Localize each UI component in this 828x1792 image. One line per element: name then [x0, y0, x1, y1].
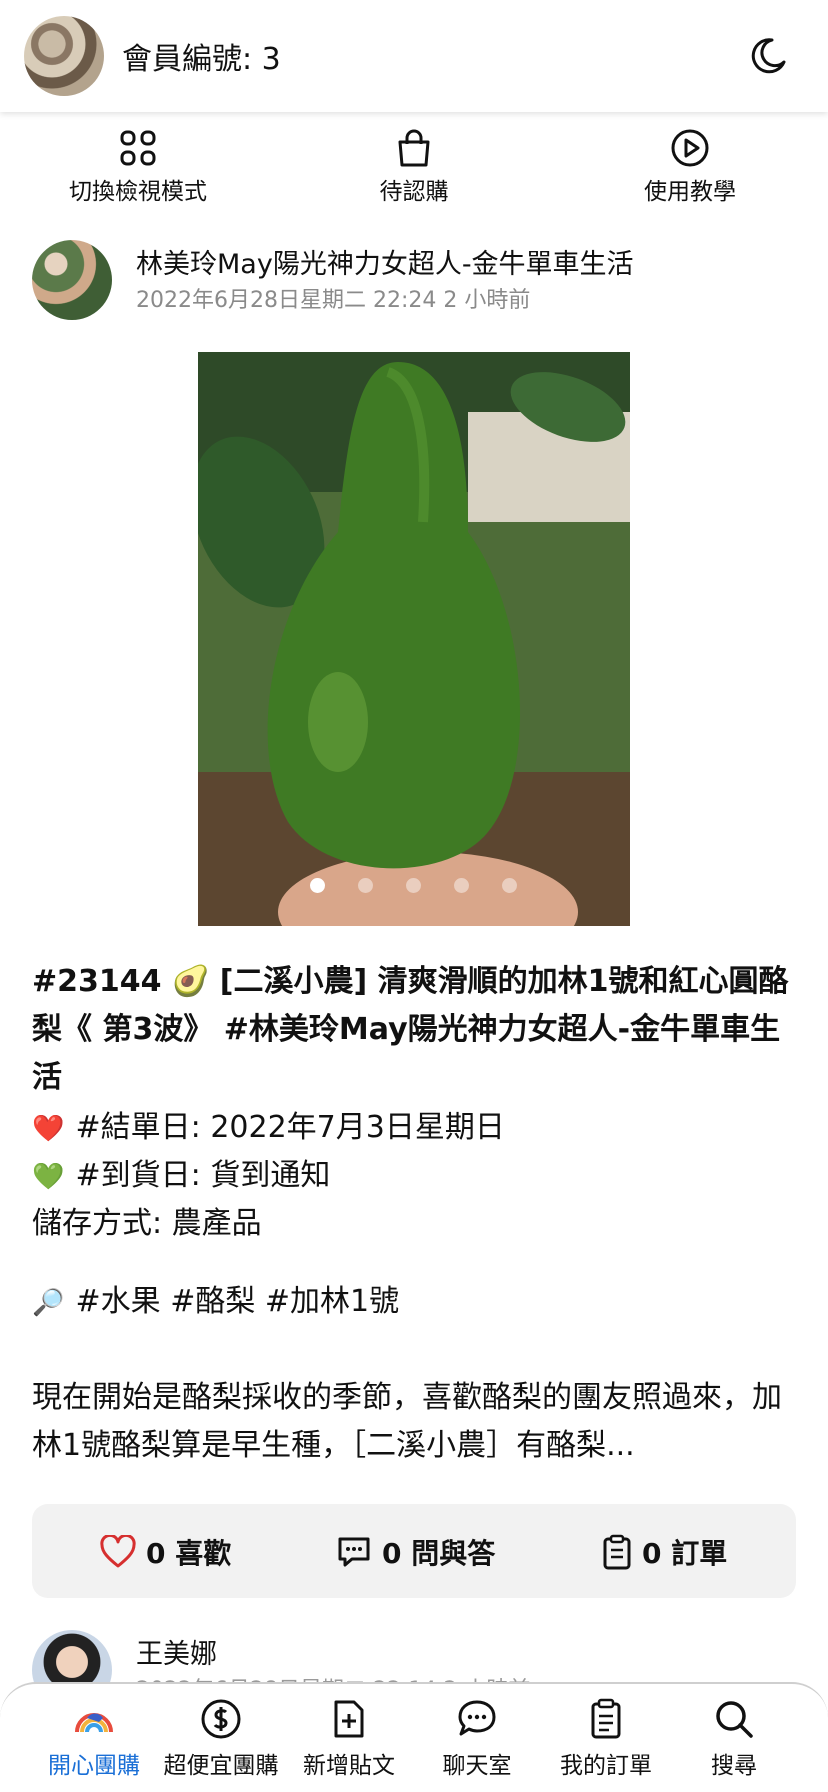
next-author-name[interactable]: 王美娜 [136, 1632, 217, 1671]
post-description[interactable]: 現在開始是酪梨採收的季節，喜歡酪梨的團友照過來，加林1號酪梨算是早生種，［二溪小… [32, 1374, 792, 1470]
close-date-text: #結單日: 2022年7月3日星期日 [75, 1110, 505, 1145]
search-icon [716, 1701, 753, 1738]
nav-my-orders-label: 我的訂單 [560, 1753, 652, 1779]
author-avatar[interactable] [32, 240, 112, 320]
carousel-indicators [0, 878, 828, 898]
new-document-icon [334, 1700, 364, 1738]
nav-chat-label: 聊天室 [442, 1753, 512, 1779]
post-title[interactable]: #23144 🥑 [二溪小農] 清爽滑順的加林1號和紅心圓酪梨《 第3波》 #林… [32, 958, 792, 1102]
arrival-text: #到貨日: 貨到通知 [75, 1158, 331, 1193]
clipboard-icon [603, 1534, 631, 1570]
shopping-bag-icon [398, 129, 430, 167]
nav-search-label: 搜尋 [711, 1753, 757, 1779]
post-timestamp: 2022年6月28日星期二 22:24 2 小時前 [136, 288, 531, 313]
bottom-navigation: 開心團購 超便宜團購 新增貼文 聊天室 我的訂單 搜尋 [0, 1682, 828, 1792]
nav-search[interactable]: 搜尋 [670, 1698, 798, 1780]
nav-new-post[interactable]: 新增貼文 [285, 1698, 413, 1780]
carousel-dot-5[interactable] [502, 878, 517, 893]
arrival-line: 💚 #到貨日: 貨到通知 [32, 1152, 330, 1201]
clipboard-list-icon [591, 1698, 621, 1739]
tutorial-label: 使用教學 [644, 179, 736, 205]
post-photo[interactable] [198, 352, 630, 926]
avocado-image [198, 352, 630, 926]
orders-count: 0 訂單 [642, 1537, 728, 1570]
pending-label: 待認購 [379, 179, 449, 205]
red-heart-icon: ❤️ [32, 1114, 65, 1144]
chat-icon [458, 1700, 496, 1736]
green-heart-icon: 💚 [32, 1162, 65, 1192]
dark-mode-moon-icon[interactable] [748, 36, 788, 76]
nav-my-orders[interactable]: 我的訂單 [542, 1698, 670, 1780]
post-author-row[interactable]: 林美玲May陽光神力女超人-金牛單車生活 2022年6月28日星期二 22:24… [32, 238, 796, 322]
app-header: 會員編號: 3 [0, 0, 828, 112]
nav-chat[interactable]: 聊天室 [413, 1698, 541, 1780]
rainbow-logo-icon [75, 1713, 113, 1733]
likes-count: 0 喜歡 [146, 1537, 232, 1570]
view-mode-label: 切換檢視模式 [69, 179, 207, 205]
nav-new-post-label: 新增貼文 [303, 1753, 395, 1779]
nav-deals-label: 超便宜團購 [163, 1753, 279, 1779]
nav-home-label: 開心團購 [48, 1753, 140, 1779]
toolbar: 切換檢視模式 待認購 使用教學 [0, 128, 828, 208]
member-number-label: 會員編號: 3 [122, 42, 281, 77]
tutorial-button[interactable]: 使用教學 [580, 128, 800, 206]
dollar-circle-icon [201, 1699, 241, 1739]
play-circle-icon [671, 129, 709, 167]
member-avatar[interactable] [24, 16, 104, 96]
carousel-dot-2[interactable] [358, 878, 373, 893]
nav-home[interactable]: 開心團購 [30, 1698, 158, 1780]
grid-icon [120, 130, 156, 166]
tags-line: 🔎 #水果 #酪梨 #加林1號 [32, 1278, 399, 1327]
carousel-dot-1[interactable] [310, 878, 325, 893]
like-button[interactable]: 0 喜歡 [100, 1532, 231, 1572]
heart-icon [100, 1535, 136, 1568]
qa-button[interactable]: 0 問與答 [336, 1532, 495, 1572]
carousel-dot-4[interactable] [454, 878, 469, 893]
tags-text[interactable]: #水果 #酪梨 #加林1號 [76, 1284, 400, 1319]
nav-deals[interactable]: 超便宜團購 [157, 1698, 285, 1780]
post-actions-bar: 0 喜歡 0 問與答 0 訂單 [32, 1504, 796, 1598]
orders-button[interactable]: 0 訂單 [602, 1532, 727, 1572]
magnifier-icon: 🔎 [32, 1288, 65, 1318]
carousel-dot-3[interactable] [406, 878, 421, 893]
view-mode-button[interactable]: 切換檢視模式 [28, 128, 248, 206]
qa-count: 0 問與答 [382, 1537, 496, 1570]
author-name[interactable]: 林美玲May陽光神力女超人-金牛單車生活 [136, 242, 634, 281]
storage-line: 儲存方式: 農產品 [32, 1206, 262, 1241]
pending-button[interactable]: 待認購 [304, 128, 524, 206]
close-date-line: ❤️ #結單日: 2022年7月3日星期日 [32, 1104, 505, 1153]
chat-bubble-icon [338, 1537, 370, 1567]
